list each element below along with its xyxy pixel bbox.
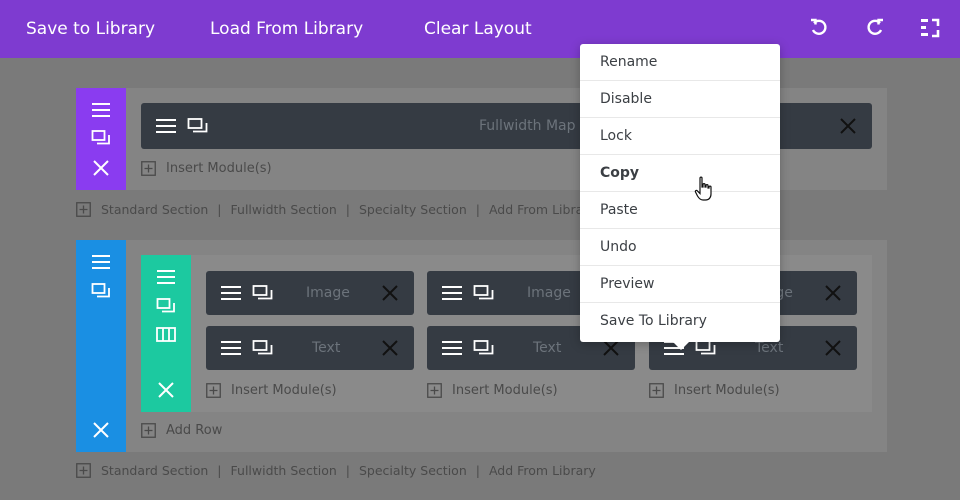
section-sidebar[interactable] (76, 240, 126, 452)
plus-icon[interactable] (76, 462, 91, 478)
insert-module-label: Insert Module(s) (674, 382, 780, 398)
module-label: Text (312, 340, 341, 356)
load-from-library-button[interactable]: Load From Library (210, 0, 363, 58)
settings-icon[interactable] (252, 338, 274, 358)
context-menu: Rename Disable Lock Copy Paste Undo Prev… (580, 44, 780, 342)
separator: | (217, 462, 222, 478)
delete-icon[interactable] (89, 418, 113, 442)
settings-icon[interactable] (187, 116, 209, 136)
add-from-library-link[interactable]: Add From Library (489, 463, 596, 478)
module-label: Fullwidth Map (479, 118, 576, 134)
insert-module-link[interactable]: Insert Module(s) (427, 381, 558, 399)
menu-item-disable[interactable]: Disable (580, 81, 780, 118)
module-label: Image (527, 285, 571, 301)
menu-item-undo[interactable]: Undo (580, 229, 780, 266)
plus-icon (649, 382, 664, 398)
plus-icon (206, 382, 221, 398)
menu-item-rename[interactable]: Rename (580, 44, 780, 81)
separator: | (345, 201, 350, 217)
close-icon[interactable] (382, 285, 398, 301)
separator: | (475, 201, 480, 217)
text-module[interactable]: Text (206, 326, 414, 370)
move-handle-icon[interactable] (441, 338, 463, 358)
move-handle-icon[interactable] (220, 283, 242, 303)
close-icon[interactable] (840, 118, 856, 134)
row-sidebar[interactable] (141, 255, 191, 412)
fullwidth-section-link[interactable]: Fullwidth Section (231, 463, 337, 478)
menu-item-preview[interactable]: Preview (580, 266, 780, 303)
menu-item-paste[interactable]: Paste (580, 192, 780, 229)
move-handle-icon[interactable] (155, 116, 177, 136)
builder-toolbar: Save to Library Load From Library Clear … (0, 0, 960, 58)
add-row-link[interactable]: Add Row (141, 421, 222, 439)
plus-icon (427, 382, 442, 398)
delete-icon[interactable] (89, 156, 113, 180)
portability-icon[interactable] (918, 16, 942, 40)
move-handle-icon[interactable] (441, 283, 463, 303)
image-module[interactable]: Image (206, 271, 414, 315)
clear-layout-button[interactable]: Clear Layout (424, 0, 532, 58)
settings-icon[interactable] (89, 279, 113, 303)
insert-module-link[interactable]: Insert Module(s) (141, 159, 272, 177)
insert-module-link[interactable]: Insert Module(s) (649, 381, 780, 399)
close-icon[interactable] (603, 340, 619, 356)
insert-module-label: Insert Module(s) (452, 382, 558, 398)
module-label: Image (306, 285, 350, 301)
standard-section-link[interactable]: Standard Section (101, 463, 208, 478)
specialty-section-link[interactable]: Specialty Section (359, 202, 467, 217)
plus-icon[interactable] (76, 201, 91, 217)
section-links-bar: Standard Section | Fullwidth Section | S… (76, 461, 596, 479)
add-row-label: Add Row (166, 422, 223, 438)
section-sidebar[interactable] (76, 88, 126, 190)
menu-pointer (672, 341, 690, 350)
menu-item-lock[interactable]: Lock (580, 118, 780, 155)
move-handle-icon[interactable] (220, 338, 242, 358)
close-icon[interactable] (382, 340, 398, 356)
close-icon[interactable] (825, 340, 841, 356)
plus-icon (141, 422, 156, 438)
specialty-section-link[interactable]: Specialty Section (359, 463, 467, 478)
save-to-library-button[interactable]: Save to Library (26, 0, 155, 58)
menu-item-copy[interactable]: Copy (580, 155, 780, 192)
plus-icon (141, 160, 156, 176)
insert-module-label: Insert Module(s) (166, 160, 272, 176)
section-links-bar: Standard Section | Fullwidth Section | S… (76, 200, 596, 218)
standard-section-link[interactable]: Standard Section (101, 202, 208, 217)
settings-icon[interactable] (89, 126, 113, 150)
menu-item-save-to-library[interactable]: Save To Library (580, 303, 780, 340)
hand-cursor-icon (694, 176, 712, 201)
separator: | (345, 462, 350, 478)
fullwidth-section-link[interactable]: Fullwidth Section (231, 202, 337, 217)
settings-icon[interactable] (154, 294, 178, 318)
module-label: Text (533, 340, 562, 356)
separator: | (217, 201, 222, 217)
redo-icon[interactable] (863, 16, 887, 40)
separator: | (475, 462, 480, 478)
move-handle-icon[interactable] (154, 265, 178, 289)
settings-icon[interactable] (252, 283, 274, 303)
settings-icon[interactable] (473, 283, 495, 303)
move-handle-icon[interactable] (89, 250, 113, 274)
insert-module-label: Insert Module(s) (231, 382, 337, 398)
settings-icon[interactable] (473, 338, 495, 358)
columns-icon[interactable] (154, 323, 178, 347)
undo-icon[interactable] (807, 16, 831, 40)
move-handle-icon[interactable] (89, 98, 113, 122)
delete-icon[interactable] (154, 378, 178, 402)
insert-module-link[interactable]: Insert Module(s) (206, 381, 337, 399)
close-icon[interactable] (825, 285, 841, 301)
